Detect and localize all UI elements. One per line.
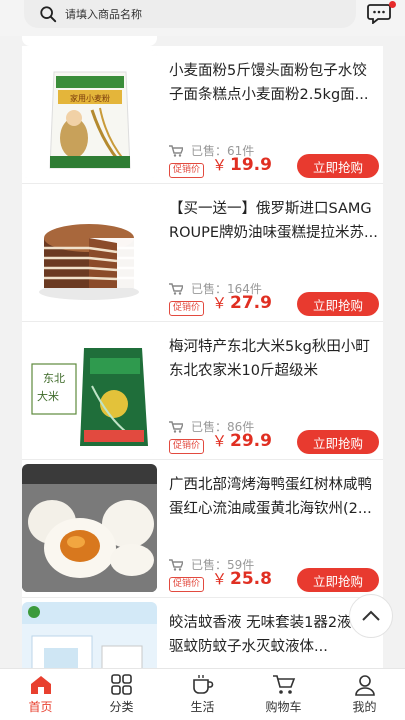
promo-tag: 促销价 bbox=[169, 439, 205, 454]
product-list: 家用小麦粉 小麦面粉5斤馒头面粉包子水饺子面条糕点小麦面粉2.5kg面... 已… bbox=[22, 36, 383, 720]
price: ￥ 25.8 bbox=[212, 568, 272, 589]
buy-now-button[interactable]: 立即抢购 bbox=[297, 430, 379, 454]
product-item[interactable]: 【买一送一】俄罗斯进口SAMGROUPE牌奶油味蛋糕提拉米苏... 已售：164… bbox=[22, 184, 383, 322]
price: ￥ 29.9 bbox=[212, 430, 272, 451]
svg-text:家用小麦粉: 家用小麦粉 bbox=[70, 93, 110, 103]
cart-icon bbox=[169, 420, 183, 433]
tab-home[interactable]: 首页 bbox=[0, 669, 81, 720]
product-title[interactable]: 梅河特产东北大米5kg秋田小町东北农家米10斤超级米 bbox=[169, 335, 381, 383]
svg-text:东北: 东北 bbox=[43, 372, 65, 385]
category-icon bbox=[110, 674, 132, 695]
tab-label: 生活 bbox=[190, 700, 215, 714]
promo-tag: 促销价 bbox=[169, 163, 205, 178]
price-value: 27.9 bbox=[230, 293, 272, 313]
promo-tag: 促销价 bbox=[169, 301, 205, 316]
price-value: 19.9 bbox=[230, 155, 272, 175]
cart-icon bbox=[272, 675, 295, 694]
tab-profile[interactable]: 我的 bbox=[324, 669, 405, 720]
product-item[interactable]: 家用小麦粉 小麦面粉5斤馒头面粉包子水饺子面条糕点小麦面粉2.5kg面... 已… bbox=[22, 46, 383, 184]
app-page: 请填入商品名称 家用小麦粉 小麦面粉5斤馒头面粉包子水饺子面条糕点小麦面粉2.5… bbox=[0, 0, 405, 720]
tab-cart[interactable]: 购物车 bbox=[243, 669, 324, 720]
tab-life[interactable]: 生活 bbox=[162, 669, 243, 720]
product-title[interactable]: 广西北部湾烤海鸭蛋红树林咸鸭蛋红心流油咸蛋黄北海钦州(2... bbox=[169, 473, 381, 521]
product-title[interactable]: 【买一送一】俄罗斯进口SAMGROUPE牌奶油味蛋糕提拉米苏... bbox=[169, 197, 381, 245]
tab-category[interactable]: 分类 bbox=[81, 669, 162, 720]
product-item[interactable]: 东北 大米 梅河特产东北大米5kg秋田小町东北农家米10斤超级米 已售：86件 … bbox=[22, 322, 383, 460]
svg-text:大米: 大米 bbox=[37, 389, 59, 403]
product-image-flour-bag[interactable]: 家用小麦粉 bbox=[22, 50, 157, 178]
product-image-chocolate-cake[interactable] bbox=[22, 188, 157, 316]
product-image-rice-bag[interactable]: 东北 大米 bbox=[22, 326, 157, 454]
tab-label: 购物车 bbox=[265, 700, 302, 714]
previous-card-edge bbox=[22, 36, 157, 46]
message-icon[interactable] bbox=[367, 2, 391, 24]
buy-now-button[interactable]: 立即抢购 bbox=[297, 292, 379, 316]
price: ￥ 19.9 bbox=[212, 154, 272, 175]
price: ￥ 27.9 bbox=[212, 292, 272, 313]
tab-label: 我的 bbox=[352, 700, 377, 714]
buy-now-button[interactable]: 立即抢购 bbox=[297, 568, 379, 592]
currency-symbol: ￥ bbox=[212, 570, 228, 588]
life-cup-icon bbox=[192, 675, 213, 694]
home-icon bbox=[30, 676, 51, 694]
profile-icon bbox=[354, 675, 375, 696]
promo-tag: 促销价 bbox=[169, 577, 205, 592]
chevron-up-icon bbox=[362, 610, 380, 621]
currency-symbol: ￥ bbox=[212, 432, 228, 450]
search-input[interactable]: 请填入商品名称 bbox=[24, 0, 356, 28]
cart-icon bbox=[169, 282, 183, 295]
cart-icon bbox=[169, 144, 183, 157]
price-value: 25.8 bbox=[230, 569, 272, 589]
bottom-tab-bar: 首页 分类 生活 购物车 我的 bbox=[0, 668, 405, 720]
cart-icon bbox=[169, 558, 183, 571]
tab-label: 首页 bbox=[28, 700, 53, 714]
product-title[interactable]: 小麦面粉5斤馒头面粉包子水饺子面条糕点小麦面粉2.5kg面... bbox=[169, 59, 381, 107]
search-placeholder: 请填入商品名称 bbox=[65, 8, 142, 21]
currency-symbol: ￥ bbox=[212, 156, 228, 174]
header: 请填入商品名称 bbox=[0, 0, 405, 36]
currency-symbol: ￥ bbox=[212, 294, 228, 312]
buy-now-button[interactable]: 立即抢购 bbox=[297, 154, 379, 178]
product-item[interactable]: 广西北部湾烤海鸭蛋红树林咸鸭蛋红心流油咸蛋黄北海钦州(2... 已售：59件 促… bbox=[22, 460, 383, 598]
back-to-top-button[interactable] bbox=[349, 594, 393, 638]
price-value: 29.9 bbox=[230, 431, 272, 451]
notification-dot bbox=[389, 1, 396, 8]
search-icon bbox=[40, 6, 57, 23]
tab-label: 分类 bbox=[109, 700, 134, 714]
product-image-salted-eggs[interactable] bbox=[22, 464, 157, 592]
